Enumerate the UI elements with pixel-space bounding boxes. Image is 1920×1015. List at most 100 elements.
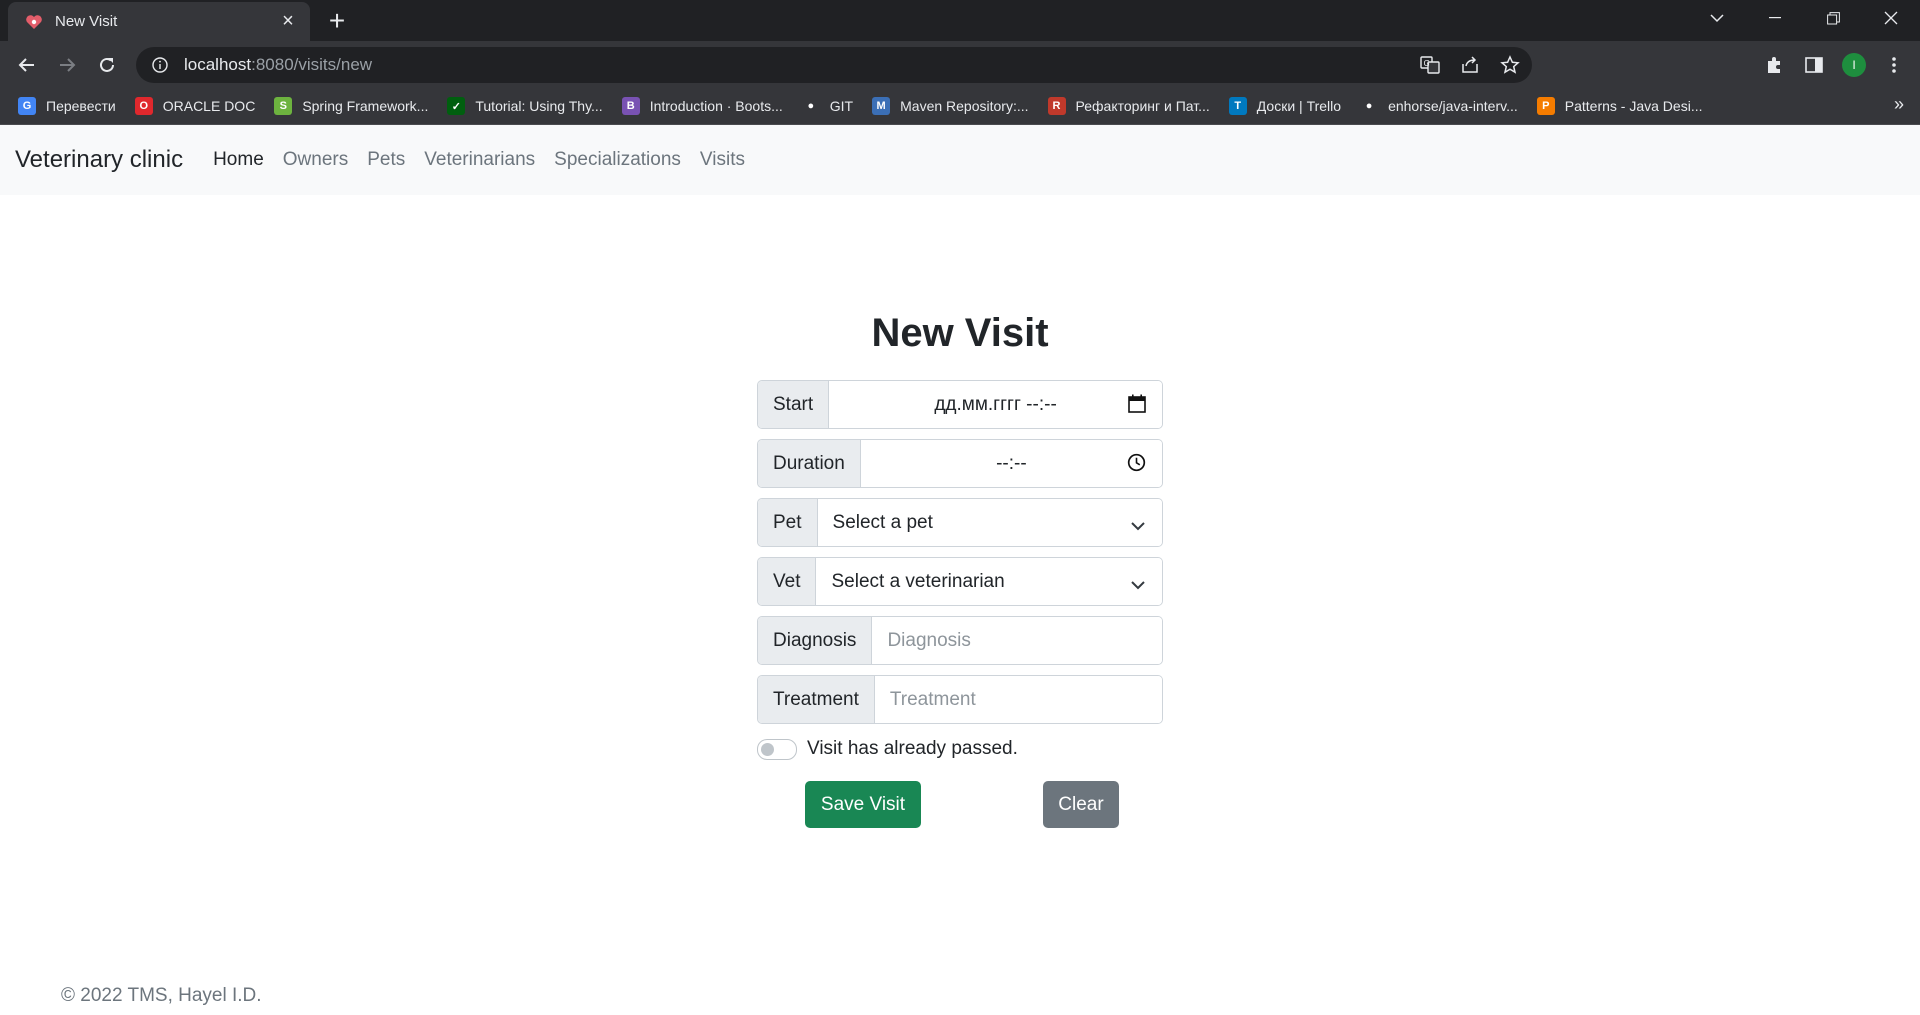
- bookmarks-bar: G Перевести O ORACLE DOC S Spring Framework..…: [0, 88, 1920, 125]
- maven-icon: M: [872, 97, 891, 115]
- address-bar-actions: G: [1420, 55, 1520, 80]
- bookmark-label: Maven Repository:...: [900, 98, 1029, 114]
- restore-icon[interactable]: [1804, 0, 1862, 36]
- bookmark-label: Patterns - Java Desi...: [1564, 98, 1703, 114]
- visit-passed-toggle[interactable]: [757, 738, 797, 760]
- tab-title: New Visit: [55, 13, 118, 30]
- back-icon[interactable]: [9, 47, 45, 83]
- pet-selected-value: Select a pet: [832, 511, 933, 533]
- nav-link-specializations[interactable]: Specializations: [554, 149, 681, 171]
- minimize-icon[interactable]: [1746, 0, 1804, 36]
- save-visit-button[interactable]: Save Visit: [805, 781, 921, 828]
- form-actions: Save Visit Clear: [757, 781, 1163, 828]
- spring-leaf-icon: S: [274, 97, 293, 115]
- site-info-icon[interactable]: [150, 55, 170, 75]
- browser-tab[interactable]: New Visit ×: [8, 2, 310, 41]
- tab-close-icon[interactable]: ×: [276, 10, 300, 33]
- bookmark-item[interactable]: T Доски | Trello: [1228, 92, 1342, 120]
- treatment-input-group: Treatment Treatment: [757, 675, 1163, 724]
- start-datetime-input[interactable]: дд.мм.гггг --:--: [829, 381, 1162, 428]
- nav-link-visits[interactable]: Visits: [700, 149, 745, 171]
- bookmark-item[interactable]: P Patterns - Java Desi...: [1536, 92, 1703, 120]
- bookmark-item[interactable]: M Maven Repository:...: [872, 92, 1029, 120]
- bookmark-label: enhorse/java-interv...: [1388, 98, 1518, 114]
- bookmark-item[interactable]: ● GIT: [801, 92, 853, 120]
- bookmark-item[interactable]: R Рефакторинг и Пат...: [1047, 92, 1210, 120]
- bookmark-item[interactable]: ✓ Tutorial: Using Thy...: [447, 92, 603, 120]
- bookmark-label: Spring Framework...: [302, 98, 429, 114]
- window-controls: [1688, 0, 1920, 41]
- diagnosis-label: Diagnosis: [758, 617, 873, 664]
- browser-toolbar: localhost:8080/visits/new G I: [0, 41, 1920, 88]
- pet-input-group: Pet Select a pet: [757, 498, 1163, 547]
- visit-passed-label[interactable]: Visit has already passed.: [807, 738, 1018, 760]
- duration-value: --:--: [996, 452, 1027, 474]
- duration-label: Duration: [758, 440, 861, 487]
- side-panel-icon[interactable]: [1798, 47, 1830, 83]
- clock-icon[interactable]: [1127, 453, 1146, 478]
- profile-avatar[interactable]: I: [1838, 47, 1870, 83]
- chevron-down-icon: [1130, 574, 1146, 596]
- chevron-down-icon: [1130, 515, 1146, 537]
- new-visit-form: New Visit Start дд.мм.гггг --:-- Duratio…: [757, 310, 1163, 828]
- browser-tabstrip: New Visit × +: [0, 0, 1920, 41]
- reload-icon[interactable]: [89, 47, 125, 83]
- treatment-placeholder: Treatment: [889, 688, 976, 710]
- bookmark-item[interactable]: B Introduction · Boots...: [621, 92, 783, 120]
- patterns-icon: P: [1536, 97, 1555, 115]
- toolbar-right: I: [1758, 47, 1910, 83]
- address-bar[interactable]: localhost:8080/visits/new: [136, 47, 1532, 83]
- vet-selected-value: Select a veterinarian: [831, 570, 1005, 592]
- bookmark-star-icon[interactable]: [1500, 55, 1520, 80]
- clear-button[interactable]: Clear: [1043, 781, 1119, 828]
- vet-input-group: Vet Select a veterinarian: [757, 557, 1163, 606]
- url-path: :8080/visits/new: [251, 55, 373, 74]
- tab-search-icon[interactable]: [1688, 0, 1746, 36]
- share-icon[interactable]: [1460, 55, 1480, 80]
- oracle-icon: O: [134, 97, 153, 115]
- new-tab-icon[interactable]: +: [322, 5, 352, 36]
- bookmark-label: Доски | Trello: [1256, 98, 1342, 114]
- bookmark-item[interactable]: ● enhorse/java-interv...: [1360, 92, 1518, 120]
- duration-time-input[interactable]: --:--: [860, 440, 1162, 487]
- bookmarks-overflow-icon[interactable]: »: [1894, 94, 1904, 115]
- bookmark-item[interactable]: O ORACLE DOC: [134, 92, 256, 120]
- svg-text:G: G: [1424, 59, 1430, 68]
- trello-icon: T: [1228, 97, 1247, 115]
- forward-icon[interactable]: [49, 47, 85, 83]
- page-title: New Visit: [871, 311, 1049, 355]
- site-navbar: Veterinary clinic Home Owners Pets Veter…: [0, 125, 1920, 195]
- diagnosis-input[interactable]: Diagnosis: [872, 617, 1162, 664]
- footer-copyright: © 2022 TMS, Hayel I.D.: [61, 985, 262, 1006]
- menu-kebab-icon[interactable]: [1878, 47, 1910, 83]
- pet-select[interactable]: Select a pet: [817, 499, 1162, 546]
- visit-passed-row: Visit has already passed.: [757, 738, 1163, 760]
- bookmark-label: Introduction · Boots...: [649, 98, 783, 114]
- bookmark-item[interactable]: G Перевести: [18, 92, 116, 120]
- diagnosis-input-group: Diagnosis Diagnosis: [757, 616, 1163, 665]
- thymeleaf-icon: ✓: [447, 97, 466, 115]
- diagnosis-placeholder: Diagnosis: [887, 629, 971, 651]
- duration-input-group: Duration --:--: [757, 439, 1163, 488]
- close-window-icon[interactable]: [1862, 0, 1920, 36]
- vet-select[interactable]: Select a veterinarian: [816, 558, 1162, 605]
- profile-initial: I: [1842, 53, 1866, 77]
- extensions-icon[interactable]: [1758, 47, 1790, 83]
- bookmark-label: ORACLE DOC: [162, 98, 256, 114]
- refactoring-guru-icon: R: [1047, 97, 1066, 115]
- bookmark-label: Рефакторинг и Пат...: [1075, 98, 1210, 114]
- translate-icon[interactable]: G: [1420, 55, 1440, 80]
- nav-link-pets[interactable]: Pets: [367, 149, 405, 171]
- url-host: localhost: [184, 55, 252, 74]
- google-translate-icon: G: [18, 97, 36, 115]
- bookmark-label: Tutorial: Using Thy...: [475, 98, 603, 114]
- treatment-input[interactable]: Treatment: [874, 676, 1162, 723]
- nav-link-owners[interactable]: Owners: [283, 149, 348, 171]
- nav-link-home[interactable]: Home: [213, 149, 264, 171]
- bookmark-label: Перевести: [46, 98, 116, 114]
- calendar-icon[interactable]: [1128, 394, 1146, 419]
- nav-link-veterinarians[interactable]: Veterinarians: [424, 149, 535, 171]
- bookmark-item[interactable]: S Spring Framework...: [274, 92, 428, 120]
- pet-label: Pet: [758, 499, 818, 546]
- navbar-brand[interactable]: Veterinary clinic: [15, 146, 183, 174]
